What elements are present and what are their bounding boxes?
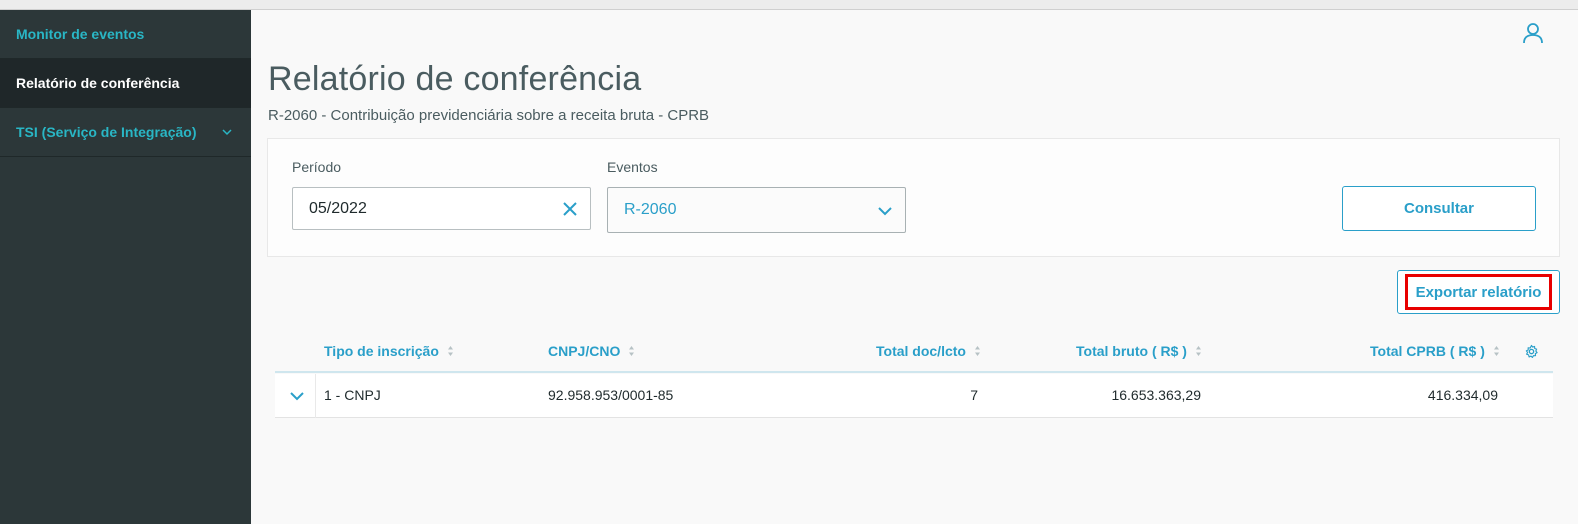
sort-icon	[1195, 346, 1201, 356]
sidebar-item-label: Relatório de conferência	[16, 75, 180, 91]
sidebar-item-label: Monitor de eventos	[16, 26, 145, 42]
sidebar: Monitor de eventos Relatório de conferên…	[0, 10, 251, 524]
eventos-select[interactable]: R-2060	[607, 187, 906, 233]
periodo-input[interactable]: 05/2022	[292, 187, 591, 230]
page-subtitle: R-2060 - Contribuição previdenciária sob…	[268, 107, 710, 124]
sort-icon	[974, 346, 980, 356]
column-header-total-cprb[interactable]: Total CPRB ( R$ )	[1370, 343, 1500, 359]
column-header-label: Total CPRB ( R$ )	[1370, 343, 1485, 359]
row-divider	[315, 374, 316, 418]
cell-cnpj-cno: 92.958.953/0001-85	[548, 387, 674, 403]
periodo-value: 05/2022	[309, 199, 367, 217]
sidebar-item-tsi[interactable]: TSI (Serviço de Integração)	[0, 108, 251, 157]
sidebar-item-label: TSI (Serviço de Integração)	[16, 124, 197, 140]
highlight-box	[1405, 274, 1552, 310]
column-header-total-doc-lcto[interactable]: Total doc/lcto	[876, 343, 981, 359]
column-header-label: CNPJ/CNO	[548, 343, 621, 359]
chevron-down-icon	[878, 207, 892, 216]
sort-icon	[629, 346, 635, 356]
sidebar-item-relatorio-de-conferencia[interactable]: Relatório de conferência	[0, 59, 251, 108]
clear-icon[interactable]	[562, 201, 578, 217]
consultar-button[interactable]: Consultar	[1342, 186, 1536, 231]
cell-total-doc-lcto: 7	[970, 387, 978, 403]
eventos-value: R-2060	[624, 201, 677, 218]
sidebar-item-monitor-de-eventos[interactable]: Monitor de eventos	[0, 10, 251, 59]
column-header-label: Total bruto ( R$ )	[1076, 343, 1187, 359]
page-title: Relatório de conferência	[268, 60, 642, 98]
browser-top-strip	[0, 0, 1578, 10]
periodo-label: Período	[292, 159, 342, 175]
column-header-tipo-inscricao[interactable]: Tipo de inscrição	[324, 343, 454, 359]
chevron-down-icon	[222, 129, 232, 136]
user-icon[interactable]	[1522, 22, 1544, 44]
column-header-label: Tipo de inscrição	[324, 343, 439, 359]
gear-icon[interactable]	[1524, 344, 1539, 359]
sort-icon	[447, 346, 453, 356]
cell-total-bruto: 16.653.363,29	[1111, 387, 1201, 403]
chevron-down-icon[interactable]	[289, 388, 305, 404]
filter-card: Período 05/2022 Eventos R-2060 Consultar	[267, 138, 1560, 257]
column-header-label: Total doc/lcto	[876, 343, 966, 359]
eventos-label: Eventos	[607, 159, 658, 175]
table-header: Tipo de inscrição CNPJ/CNO Total doc/lct…	[275, 334, 1553, 373]
cell-tipo-inscricao: 1 - CNPJ	[324, 387, 381, 403]
table-row[interactable]: 1 - CNPJ 92.958.953/0001-85 7 16.653.363…	[275, 374, 1553, 418]
main-content: Relatório de conferência R-2060 - Contri…	[251, 10, 1578, 524]
sort-icon	[1493, 346, 1499, 356]
column-header-total-bruto[interactable]: Total bruto ( R$ )	[1076, 343, 1202, 359]
column-header-cnpj-cno[interactable]: CNPJ/CNO	[548, 343, 635, 359]
cell-total-cprb: 416.334,09	[1427, 387, 1498, 403]
consultar-label: Consultar	[1403, 200, 1474, 217]
